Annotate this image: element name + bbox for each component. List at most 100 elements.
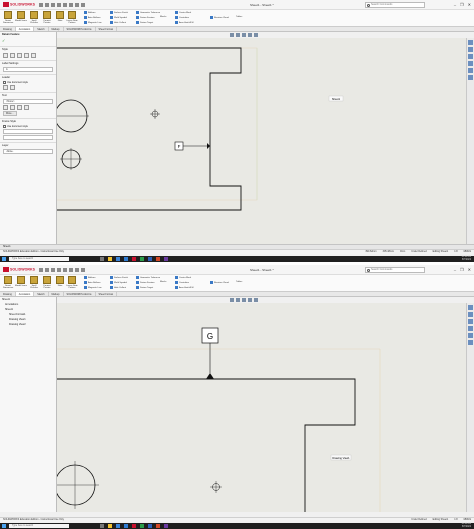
balloon-button[interactable]: Balloon — [84, 276, 95, 279]
layer-select[interactable]: -None- — [3, 149, 53, 155]
open-icon[interactable] — [45, 267, 50, 272]
excel-icon[interactable] — [140, 524, 144, 528]
text-button-1[interactable] — [3, 105, 8, 111]
frame-thickness-select[interactable] — [3, 135, 53, 141]
minimize-button[interactable]: – — [454, 267, 456, 272]
hole-callout-button[interactable]: Hole Callout — [110, 286, 126, 289]
undo-icon[interactable] — [63, 267, 68, 272]
layer-section-header[interactable]: Layer — [0, 142, 56, 148]
drawing-canvas-top[interactable]: F Sheet1 — [57, 38, 466, 244]
task-pane-appearance-icon[interactable] — [468, 333, 473, 338]
text-input[interactable]: <None> — [3, 99, 53, 105]
weld-symbol-button[interactable]: Weld Symbol — [110, 281, 127, 284]
revision-cloud-button[interactable]: Revision Cloud — [210, 16, 229, 19]
center-mark-button[interactable]: Center Mark — [175, 276, 191, 279]
rebuild-icon[interactable] — [75, 267, 80, 272]
geometric-tolerance-button[interactable]: Geometric Tolerance — [136, 276, 160, 279]
print-icon[interactable] — [57, 267, 62, 272]
model-items-button[interactable]: Model Items — [15, 11, 27, 22]
tab-markup[interactable]: Markup — [49, 27, 64, 31]
note-button[interactable]: Note — [54, 276, 66, 287]
style-button-2[interactable] — [10, 53, 15, 58]
magnetic-line-button[interactable]: Magnetic Line — [84, 286, 102, 289]
frame-style-select[interactable] — [3, 129, 53, 135]
zoom-fit-icon[interactable] — [230, 298, 234, 302]
smart-dimension-button[interactable]: Smart Dimension — [2, 276, 14, 290]
close-button[interactable]: ✕ — [468, 2, 471, 7]
surface-finish-button[interactable]: Surface Finish — [110, 276, 128, 279]
mail-icon[interactable] — [124, 257, 128, 261]
tab-annotation[interactable]: Annotation — [15, 27, 35, 31]
task-pane-properties-icon[interactable] — [468, 340, 473, 345]
zoom-area-icon[interactable] — [236, 33, 240, 37]
tab-annotation[interactable]: Annotation — [15, 292, 35, 296]
auto-balloon-button[interactable]: Auto Balloon — [84, 281, 100, 284]
ok-check-icon[interactable]: ✓ — [0, 37, 56, 44]
powerpoint-icon[interactable] — [156, 524, 160, 528]
auto-balloon-button[interactable]: Auto Balloon — [84, 16, 100, 19]
task-pane-view-palette-icon[interactable] — [468, 61, 473, 66]
mail-icon[interactable] — [124, 524, 128, 528]
task-view-icon[interactable] — [100, 257, 104, 261]
tree-item-drawing-view-2[interactable]: Drawing View2 — [0, 322, 56, 327]
tab-sketch[interactable]: Sketch — [34, 27, 49, 31]
format-painter-button[interactable]: Format Painter — [41, 11, 53, 25]
task-pane-view-palette-icon[interactable] — [468, 326, 473, 331]
leader-section-header[interactable]: Leader — [0, 74, 56, 80]
tab-sheet-format[interactable]: Sheet Format — [96, 27, 117, 31]
zoom-area-icon[interactable] — [236, 298, 240, 302]
previous-view-icon[interactable] — [242, 33, 246, 37]
section-view-icon[interactable] — [248, 33, 252, 37]
balloon-button[interactable]: Balloon — [84, 11, 95, 14]
style-button-4[interactable] — [24, 53, 29, 58]
options-icon[interactable] — [81, 267, 86, 272]
search-commands-input[interactable]: Search Commands — [365, 267, 425, 273]
word-icon[interactable] — [148, 257, 152, 261]
powerpoint-icon[interactable] — [156, 257, 160, 261]
drawing-canvas-bottom[interactable]: G Drawing View1 — [57, 303, 466, 512]
datum-feature-button[interactable]: Datum Feature — [136, 281, 155, 284]
blocks-button[interactable]: Blocks — [160, 281, 166, 283]
tables-button[interactable]: Tables — [236, 16, 242, 18]
tab-addins[interactable]: SOLIDWORKS Add-Ins — [64, 27, 96, 31]
undo-icon[interactable] — [63, 2, 68, 7]
task-pane-home-icon[interactable] — [468, 305, 473, 310]
tab-addins[interactable]: SOLIDWORKS Add-Ins — [64, 292, 96, 296]
task-pane-home-icon[interactable] — [468, 40, 473, 45]
zoom-fit-icon[interactable] — [230, 33, 234, 37]
taskbar-clock[interactable]: 11:10 AM 8/7/2022 — [461, 256, 471, 262]
maximize-button[interactable]: ❐ — [460, 267, 464, 272]
windows-start-icon[interactable] — [2, 524, 6, 528]
teams-icon[interactable] — [164, 524, 168, 528]
geometric-tolerance-button[interactable]: Geometric Tolerance — [136, 11, 160, 14]
task-pane-explorer-icon[interactable] — [468, 319, 473, 324]
frame-style-header[interactable]: Frame Style — [0, 118, 56, 124]
options-icon[interactable] — [81, 2, 86, 7]
format-painter-button[interactable]: Format Painter — [41, 276, 53, 290]
save-icon[interactable] — [51, 2, 56, 7]
tab-drawing[interactable]: Drawing — [0, 292, 16, 296]
task-view-icon[interactable] — [100, 524, 104, 528]
section-view-icon[interactable] — [248, 298, 252, 302]
task-pane-library-icon[interactable] — [468, 47, 473, 52]
hole-callout-button[interactable]: Hole Callout — [110, 21, 126, 24]
area-hatch-button[interactable]: Area Hatch/Fill — [175, 286, 193, 289]
new-icon[interactable] — [39, 2, 44, 7]
smart-dimension-button[interactable]: Smart Dimension — [2, 11, 14, 25]
centerline-button[interactable]: Centerline — [175, 281, 189, 284]
tab-markup[interactable]: Markup — [49, 292, 64, 296]
centerline-button[interactable]: Centerline — [175, 16, 189, 19]
note-button[interactable]: Note — [54, 11, 66, 22]
weld-symbol-button[interactable]: Weld Symbol — [110, 16, 127, 19]
taskbar-search-input[interactable]: Type here to search — [9, 257, 69, 261]
word-icon[interactable] — [148, 524, 152, 528]
task-pane-explorer-icon[interactable] — [468, 54, 473, 59]
app-logo[interactable]: SOLIDWORKS — [3, 2, 35, 7]
display-style-icon[interactable] — [254, 298, 258, 302]
minimize-button[interactable]: – — [454, 2, 456, 7]
spell-checker-button[interactable]: Spell Checker — [28, 11, 40, 25]
windows-start-icon[interactable] — [2, 257, 6, 261]
select-icon[interactable] — [69, 267, 74, 272]
datum-target-button[interactable]: Datum Target — [136, 286, 153, 289]
solidworks-taskbar-icon[interactable] — [132, 524, 136, 528]
